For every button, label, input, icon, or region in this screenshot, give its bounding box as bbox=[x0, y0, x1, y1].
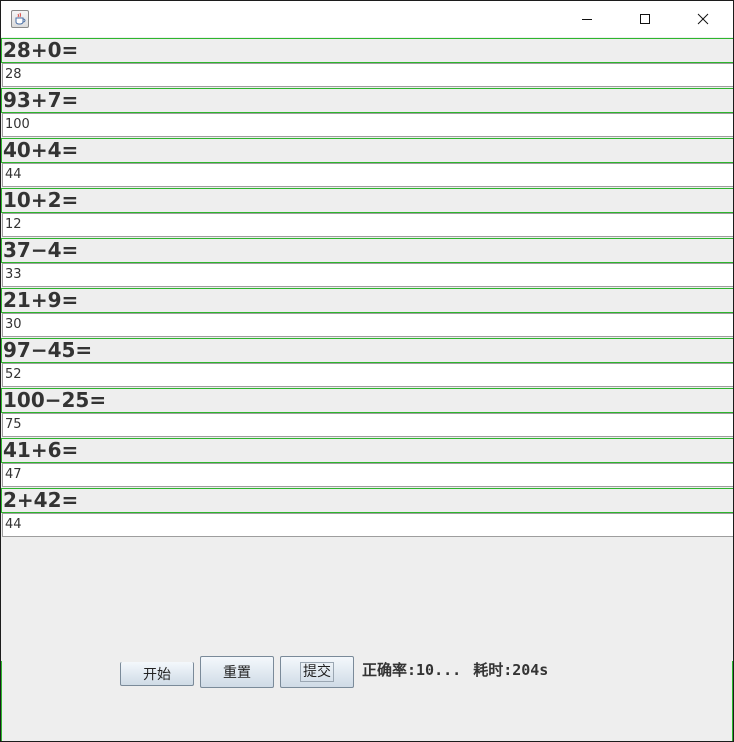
question-row: 100−25= bbox=[1, 388, 733, 438]
minimize-icon bbox=[582, 19, 592, 20]
answer-input[interactable] bbox=[2, 163, 733, 187]
start-button[interactable]: 开始 bbox=[120, 662, 194, 686]
close-icon bbox=[697, 13, 709, 25]
question-label: 100−25= bbox=[1, 388, 733, 413]
title-bar[interactable] bbox=[1, 1, 733, 37]
answer-input[interactable] bbox=[2, 513, 733, 537]
question-label: 2+42= bbox=[1, 488, 733, 513]
question-label: 21+9= bbox=[1, 288, 733, 313]
answer-input[interactable] bbox=[2, 63, 733, 87]
submit-button[interactable]: 提交 bbox=[280, 656, 354, 688]
app-window: 28+0= 93+7= 40+4= 10+2= 37−4= 21+9= bbox=[0, 0, 734, 742]
answer-input[interactable] bbox=[2, 213, 733, 237]
question-row: 10+2= bbox=[1, 188, 733, 238]
elapsed-time-label: 耗时:204s bbox=[473, 661, 549, 679]
answer-input[interactable] bbox=[2, 313, 733, 337]
submit-button-label: 提交 bbox=[300, 662, 334, 682]
question-label: 40+4= bbox=[1, 138, 733, 163]
question-row: 21+9= bbox=[1, 288, 733, 338]
question-label: 10+2= bbox=[1, 188, 733, 213]
question-row: 2+42= bbox=[1, 488, 733, 538]
answer-input[interactable] bbox=[2, 363, 733, 387]
question-label: 37−4= bbox=[1, 238, 733, 263]
content-panel: 28+0= 93+7= 40+4= 10+2= 37−4= 21+9= bbox=[1, 37, 733, 741]
question-label: 41+6= bbox=[1, 438, 733, 463]
question-row: 40+4= bbox=[1, 138, 733, 188]
question-row: 41+6= bbox=[1, 438, 733, 488]
question-row: 97−45= bbox=[1, 338, 733, 388]
question-row: 28+0= bbox=[1, 38, 733, 88]
reset-button[interactable]: 重置 bbox=[200, 656, 274, 688]
accuracy-label: 正确率:10... bbox=[362, 661, 462, 679]
control-panel: 开始 重置 提交 正确率:10... 耗时:204s bbox=[1, 656, 733, 741]
close-button[interactable] bbox=[674, 1, 732, 37]
answer-input[interactable] bbox=[2, 263, 733, 287]
result-status: 正确率:10... 耗时:204s bbox=[362, 659, 548, 681]
question-row: 37−4= bbox=[1, 238, 733, 288]
answer-input[interactable] bbox=[2, 413, 733, 437]
minimize-button[interactable] bbox=[558, 1, 616, 37]
question-label: 97−45= bbox=[1, 338, 733, 363]
java-cup-icon[interactable] bbox=[11, 10, 29, 28]
answer-input[interactable] bbox=[2, 463, 733, 487]
question-row: 93+7= bbox=[1, 88, 733, 138]
question-list: 28+0= 93+7= 40+4= 10+2= 37−4= 21+9= bbox=[1, 38, 733, 538]
answer-input[interactable] bbox=[2, 113, 733, 137]
maximize-button[interactable] bbox=[616, 1, 674, 37]
maximize-icon bbox=[640, 14, 650, 24]
question-label: 28+0= bbox=[1, 38, 733, 63]
question-label: 93+7= bbox=[1, 88, 733, 113]
